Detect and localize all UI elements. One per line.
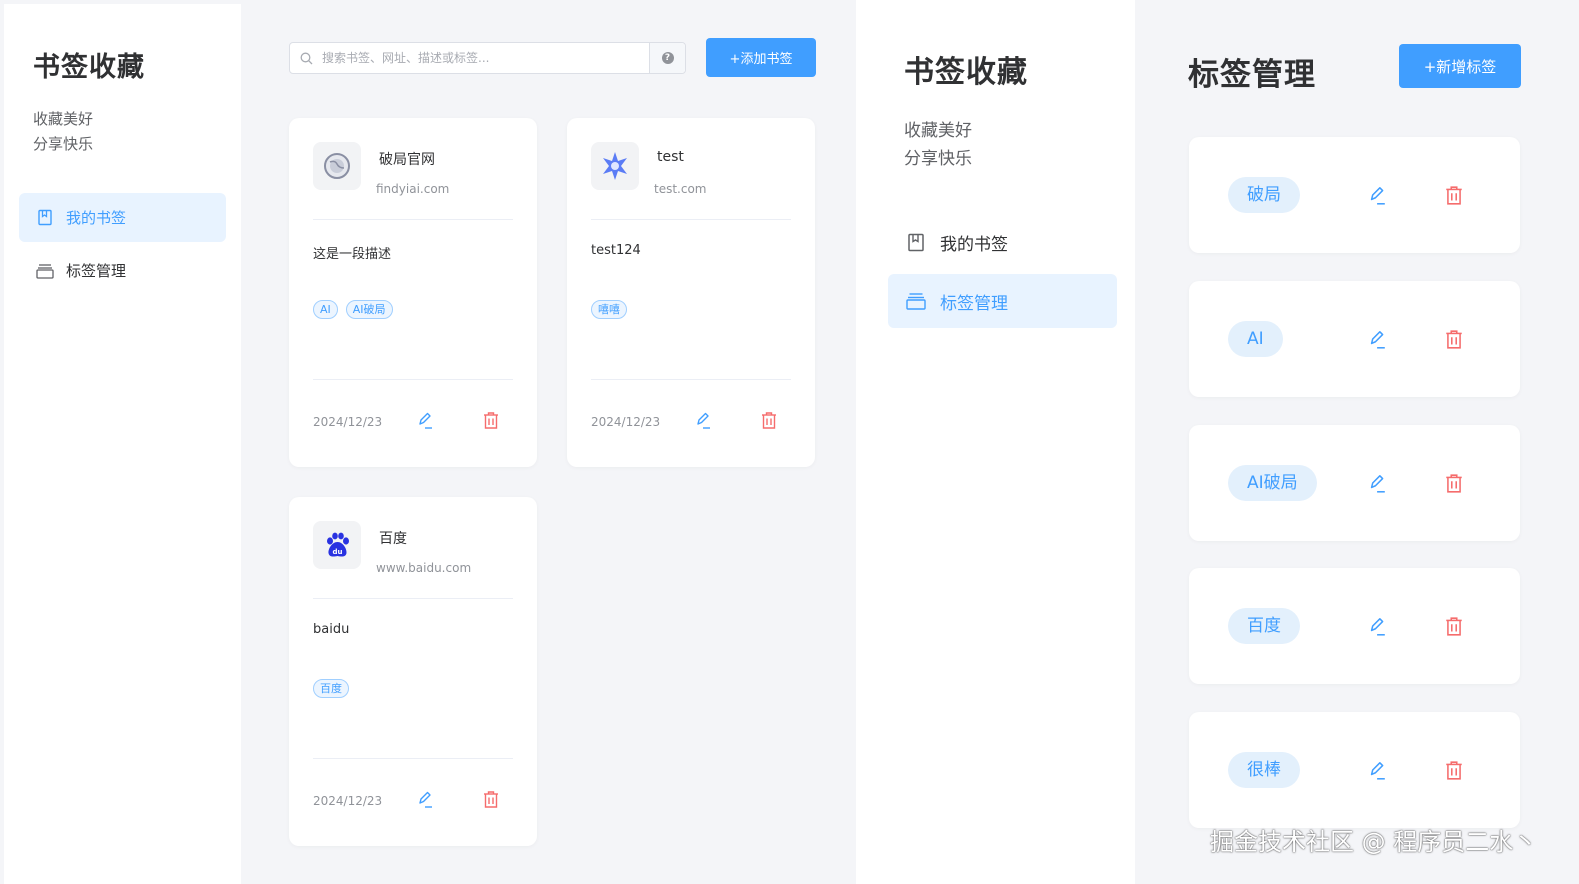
tag-chip[interactable]: AI破局 xyxy=(345,300,393,319)
bookmark-icon xyxy=(36,209,54,227)
globe-icon xyxy=(313,142,361,190)
search-input[interactable] xyxy=(322,44,649,72)
divider xyxy=(313,379,513,380)
nav-item-tag-management[interactable]: 标签管理 xyxy=(888,274,1117,328)
bookmark-tags: 嘻嘻 xyxy=(591,300,627,319)
app-title: 书签收藏 xyxy=(904,55,1028,90)
tag-box-icon xyxy=(36,262,54,280)
nav-item-tag-management[interactable]: 标签管理 xyxy=(19,246,226,295)
bookmark-card[interactable]: 破局官网 findyiai.com 这是一段描述 AI AI破局 2024/12… xyxy=(289,118,537,467)
trash-icon[interactable] xyxy=(758,409,780,431)
tag-label: AI xyxy=(1228,321,1283,357)
search-icon xyxy=(290,43,322,73)
nav-label: 我的书签 xyxy=(66,209,127,227)
bookmarks-page-screenshot: 书签收藏 收藏美好 分享快乐 我的书签 标签管理 ? +添加书签 xyxy=(0,0,856,884)
search-help-button[interactable]: ? xyxy=(649,43,685,73)
edit-icon[interactable] xyxy=(1364,614,1388,638)
bookmark-card[interactable]: du 百度 www.baidu.com baidu 百度 2024/12/23 xyxy=(289,497,537,846)
add-bookmark-button[interactable]: +添加书签 xyxy=(706,38,816,77)
trash-icon[interactable] xyxy=(1442,614,1466,638)
trash-icon[interactable] xyxy=(1442,183,1466,207)
tag-chip[interactable]: AI xyxy=(313,300,338,319)
nav-item-my-bookmarks[interactable]: 我的书签 xyxy=(888,215,1117,269)
bookmark-url: test.com xyxy=(654,182,707,196)
tag-chip[interactable]: 百度 xyxy=(313,679,349,698)
slogan-line-1: 收藏美好 xyxy=(33,110,94,128)
nav-label: 标签管理 xyxy=(940,293,1008,314)
bookmark-title: 百度 xyxy=(379,531,407,547)
sidebar: 书签收藏 收藏美好 分享快乐 我的书签 标签管理 xyxy=(4,4,241,884)
tag-management-area: 标签管理 +新增标签 破局 AI AI破局 百度 很棒 xyxy=(1135,0,1579,884)
tag-item: 破局 xyxy=(1189,137,1520,253)
bookmark-title: 破局官网 xyxy=(379,152,435,168)
tag-item: 很棒 xyxy=(1189,712,1520,828)
add-tag-button[interactable]: +新增标签 xyxy=(1399,44,1521,88)
bookmark-description: 这是一段描述 xyxy=(313,247,392,262)
trash-icon[interactable] xyxy=(480,409,502,431)
page-title: 标签管理 xyxy=(1188,57,1316,93)
tag-item: AI xyxy=(1189,281,1520,397)
bookmark-description: baidu xyxy=(313,622,350,637)
app-title: 书签收藏 xyxy=(33,52,145,83)
bookmark-url: www.baidu.com xyxy=(376,561,472,575)
tag-item: 百度 xyxy=(1189,568,1520,684)
tag-chip[interactable]: 嘻嘻 xyxy=(591,300,627,319)
bookmark-icon xyxy=(906,232,926,252)
bookmark-description: test124 xyxy=(591,243,641,258)
nav-item-my-bookmarks[interactable]: 我的书签 xyxy=(19,193,226,242)
bookmark-title: test xyxy=(657,149,684,165)
tag-management-page-screenshot: 书签收藏 收藏美好 分享快乐 我的书签 标签管理 标签管理 +新增标签 破局 A… xyxy=(870,0,1579,884)
watermark: 掘金技术社区 @ 程序员二水丶 xyxy=(1210,828,1538,856)
bookmark-tags: AI AI破局 xyxy=(313,300,393,319)
slogan-line-1: 收藏美好 xyxy=(904,121,972,141)
bookmark-card[interactable]: test test.com test124 嘻嘻 2024/12/23 xyxy=(567,118,815,467)
divider xyxy=(313,758,513,759)
edit-icon[interactable] xyxy=(1364,183,1388,207)
sidebar: 书签收藏 收藏美好 分享快乐 我的书签 标签管理 xyxy=(870,0,1135,884)
tag-label: 很棒 xyxy=(1228,752,1300,788)
edit-icon[interactable] xyxy=(1364,758,1388,782)
nav-label: 我的书签 xyxy=(940,234,1008,255)
divider xyxy=(591,219,791,220)
bookmark-date: 2024/12/23 xyxy=(313,794,383,808)
trash-icon[interactable] xyxy=(1442,327,1466,351)
bookmark-tags: 百度 xyxy=(313,679,349,698)
bookmark-url: findyiai.com xyxy=(376,182,450,196)
help-icon: ? xyxy=(661,52,674,64)
edit-icon[interactable] xyxy=(691,409,713,431)
star-burst-icon xyxy=(591,142,639,190)
tag-item: AI破局 xyxy=(1189,425,1520,541)
svg-text:du: du xyxy=(333,548,343,556)
divider xyxy=(313,598,513,599)
bookmark-date: 2024/12/23 xyxy=(313,415,383,429)
edit-icon[interactable] xyxy=(1364,327,1388,351)
edit-icon[interactable] xyxy=(413,409,435,431)
tag-label: 破局 xyxy=(1228,177,1300,213)
trash-icon[interactable] xyxy=(1442,758,1466,782)
tag-label: AI破局 xyxy=(1228,465,1317,501)
bookmark-date: 2024/12/23 xyxy=(591,415,661,429)
search-bar: ? xyxy=(289,42,686,74)
baidu-paw-icon: du xyxy=(313,521,361,569)
divider xyxy=(591,379,791,380)
divider xyxy=(313,219,513,220)
bookmark-list-area: ? +添加书签 破局官网 findyiai.com 这是一段描述 AI AI破局… xyxy=(241,4,856,884)
nav-label: 标签管理 xyxy=(66,262,127,280)
edit-icon[interactable] xyxy=(413,788,435,810)
tag-box-icon xyxy=(906,291,926,311)
tag-label: 百度 xyxy=(1228,608,1300,644)
edit-icon[interactable] xyxy=(1364,471,1388,495)
trash-icon[interactable] xyxy=(1442,471,1466,495)
slogan-line-2: 分享快乐 xyxy=(904,149,972,169)
trash-icon[interactable] xyxy=(480,788,502,810)
slogan-line-2: 分享快乐 xyxy=(33,135,94,153)
